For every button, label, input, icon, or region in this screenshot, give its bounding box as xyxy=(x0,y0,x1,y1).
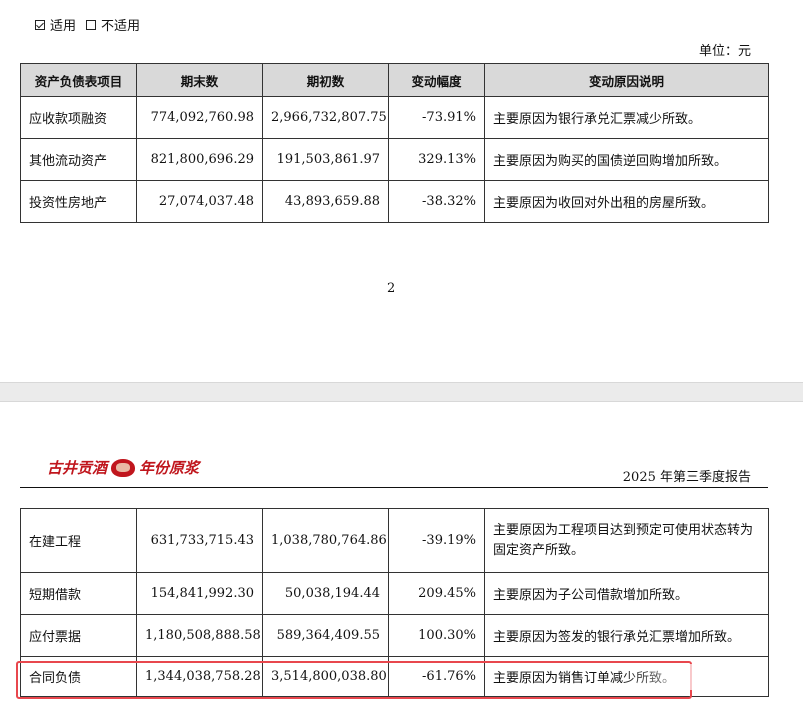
table-row: 应收款项融资 774,092,760.98 2,966,732,807.75 -… xyxy=(20,96,769,139)
table-row: 其他流动资产 821,800,696.29 191,503,861.97 329… xyxy=(20,138,769,181)
table-row: 合同负债 1,344,038,758.28 3,514,800,038.80 -… xyxy=(20,656,769,697)
closing-cell: 1,344,038,758.28 xyxy=(136,656,263,697)
reason-cell: 主要原因为子公司借款增加所致。 xyxy=(484,572,769,615)
closing-cell: 821,800,696.29 xyxy=(136,138,263,181)
item-cell: 投资性房地产 xyxy=(20,180,137,223)
header-opening: 期初数 xyxy=(262,63,389,97)
opening-cell: 589,364,409.55 xyxy=(262,614,389,657)
closing-cell: 154,841,992.30 xyxy=(136,572,263,615)
balance-sheet-change-table-continued: 在建工程 631,733,715.43 1,038,780,764.86 -39… xyxy=(20,508,769,697)
logo-text-right: 年份原浆 xyxy=(139,459,200,477)
change-cell: 209.45% xyxy=(388,572,485,615)
header-closing: 期末数 xyxy=(136,63,263,97)
logo-text-left: 古井贡酒 xyxy=(47,459,108,477)
document-page-2: 古井贡酒 年份原浆 2025 年第三季度报告 在建工程 631,733,715.… xyxy=(0,402,803,701)
change-cell: -61.76% xyxy=(388,656,485,697)
header-item: 资产负债表项目 xyxy=(20,63,137,97)
reason-cell: 主要原因为购买的国债逆回购增加所致。 xyxy=(484,138,769,181)
document-page-1: 适用 不适用 单位：元 资产负债表项目 期末数 期初数 变动幅度 变动原因说明 … xyxy=(0,0,803,382)
opening-cell: 50,038,194.44 xyxy=(262,572,389,615)
applicable-label: 适用 xyxy=(50,19,77,34)
item-cell: 在建工程 xyxy=(20,508,137,573)
change-cell: 100.30% xyxy=(388,614,485,657)
closing-cell: 27,074,037.48 xyxy=(136,180,263,223)
brand-logo: 古井贡酒 年份原浆 xyxy=(47,457,199,478)
opening-cell: 2,966,732,807.75 xyxy=(262,96,389,139)
page-separator xyxy=(0,382,803,402)
table-row: 在建工程 631,733,715.43 1,038,780,764.86 -39… xyxy=(20,508,769,573)
opening-cell: 3,514,800,038.80 xyxy=(262,656,389,697)
closing-cell: 631,733,715.43 xyxy=(136,508,263,573)
item-cell: 短期借款 xyxy=(20,572,137,615)
applicability-checkboxes: 适用 不适用 xyxy=(35,15,140,34)
opening-cell: 1,038,780,764.86 xyxy=(262,508,389,573)
checked-checkbox-icon[interactable] xyxy=(35,19,45,30)
page-number: 2 xyxy=(387,281,396,296)
unit-label: 单位：元 xyxy=(698,44,751,59)
not-applicable-label: 不适用 xyxy=(101,19,141,34)
table-row: 应付票据 1,180,508,888.58 589,364,409.55 100… xyxy=(20,614,769,657)
header-rule xyxy=(20,487,768,488)
item-cell: 其他流动资产 xyxy=(20,138,137,181)
header-change-rate: 变动幅度 xyxy=(388,63,485,97)
closing-cell: 1,180,508,888.58 xyxy=(136,614,263,657)
unchecked-checkbox-icon[interactable] xyxy=(86,19,97,30)
reason-cell: 主要原因为签发的银行承兑汇票增加所致。 xyxy=(484,614,769,657)
item-cell: 应收款项融资 xyxy=(20,96,137,139)
item-cell: 应付票据 xyxy=(20,614,137,657)
header-reason: 变动原因说明 xyxy=(484,63,769,97)
opening-cell: 43,893,659.88 xyxy=(262,180,389,223)
table-header-row: 资产负债表项目 期末数 期初数 变动幅度 变动原因说明 xyxy=(20,63,769,97)
table-row: 短期借款 154,841,992.30 50,038,194.44 209.45… xyxy=(20,572,769,615)
reason-cell: 主要原因为销售订单减少所致。 xyxy=(484,656,769,697)
change-cell: -38.32% xyxy=(388,180,485,223)
change-cell: 329.13% xyxy=(388,138,485,181)
reason-cell: 主要原因为收回对外出租的房屋所致。 xyxy=(484,180,769,223)
opening-cell: 191,503,861.97 xyxy=(262,138,389,181)
item-cell: 合同负债 xyxy=(20,656,137,697)
change-cell: -73.91% xyxy=(388,96,485,139)
report-title: 2025 年第三季度报告 xyxy=(622,470,751,485)
logo-seal-icon xyxy=(111,458,136,477)
balance-sheet-change-table: 资产负债表项目 期末数 期初数 变动幅度 变动原因说明 应收款项融资 774,0… xyxy=(20,63,769,223)
change-cell: -39.19% xyxy=(388,508,485,573)
closing-cell: 774,092,760.98 xyxy=(136,96,263,139)
reason-cell: 主要原因为银行承兑汇票减少所致。 xyxy=(484,96,769,139)
reason-cell: 主要原因为工程项目达到预定可使用状态转为固定资产所致。 xyxy=(484,508,769,573)
table-row: 投资性房地产 27,074,037.48 43,893,659.88 -38.3… xyxy=(20,180,769,223)
